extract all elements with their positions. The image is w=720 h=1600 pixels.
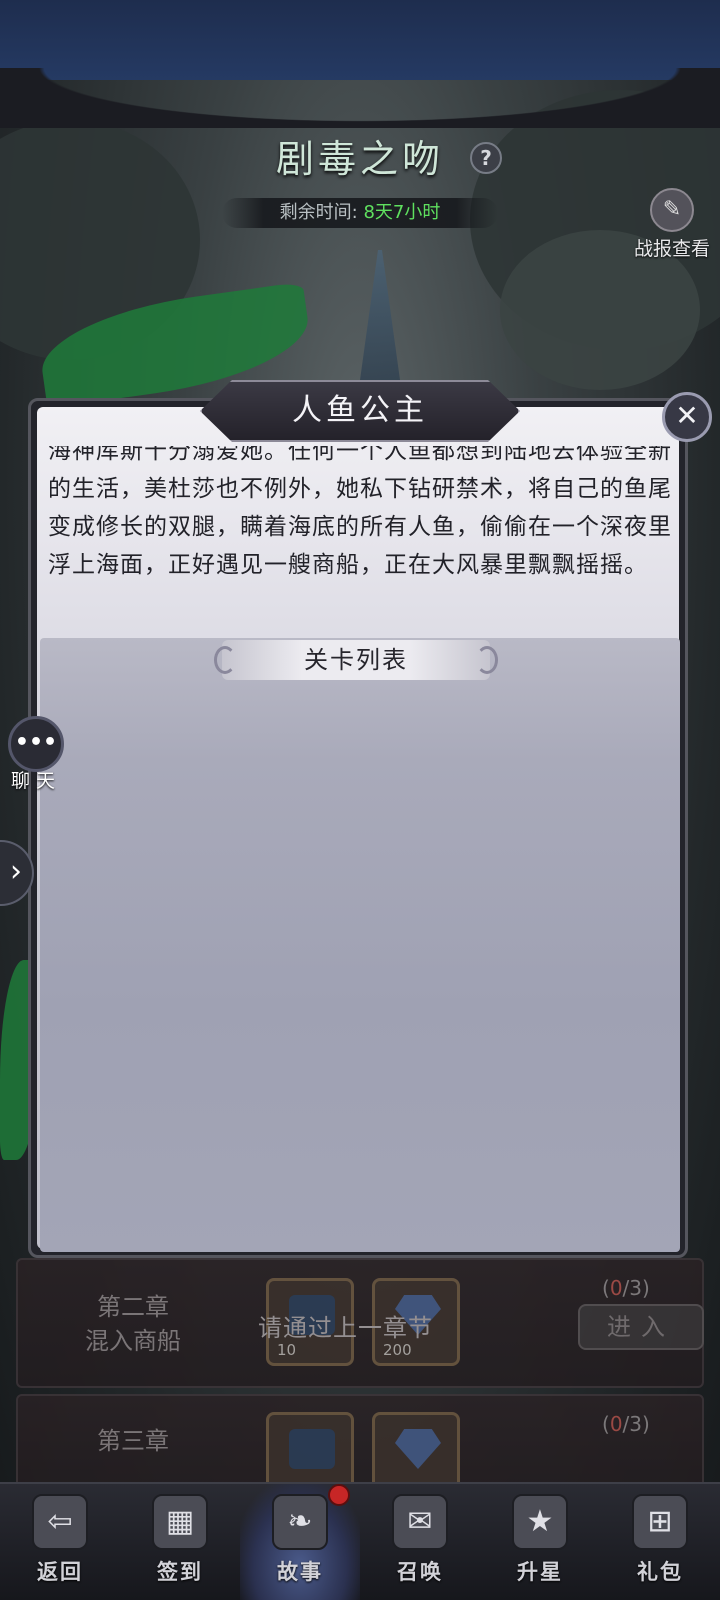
- speech-bubble-icon: •••: [8, 716, 64, 772]
- remaining-time: 剩余时间: 8天7小时: [222, 198, 498, 228]
- chapter-progress: (0/3): [602, 1276, 650, 1300]
- modal-title: 人鱼公主: [292, 393, 428, 428]
- battle-report-label: 战报查看: [633, 238, 710, 260]
- top-frame: [0, 68, 720, 128]
- ornament-icon: [214, 646, 236, 674]
- chat-label: 聊天: [10, 770, 61, 792]
- chapter-number: 第二章: [97, 1293, 169, 1321]
- gift-icon: ⊞: [632, 1494, 688, 1550]
- modal-title-banner: 人鱼公主: [200, 380, 520, 442]
- chapter-row: 第二章 混入商船 10 200 请通过上一章节 (0/3) 进入: [16, 1258, 704, 1388]
- chat-button[interactable]: ••• 聊天: [4, 716, 68, 792]
- bottom-navigation: ⇦ 返回 ▦ 签到 ❧ 故事 ✉ 召唤 ★ 升星 ⊞ 礼包: [0, 1482, 720, 1600]
- star-badge-icon: ★: [512, 1494, 568, 1550]
- locked-message: 请通过上一章节: [258, 1314, 433, 1342]
- castle-spire: [360, 250, 400, 380]
- notification-badge: [328, 1484, 350, 1506]
- close-button[interactable]: ✕: [662, 392, 712, 442]
- nav-label: 返回: [37, 1559, 83, 1584]
- level-list-panel[interactable]: [40, 638, 680, 1252]
- nav-back[interactable]: ⇦ 返回: [0, 1484, 120, 1600]
- chapter-progress: (0/3): [602, 1412, 650, 1436]
- reward-count: 10: [277, 1341, 297, 1359]
- event-title-area: 剧毒之吻: [220, 128, 500, 182]
- remaining-time-value: 8天7小时: [363, 202, 441, 223]
- nav-story[interactable]: ❧ 故事: [240, 1484, 360, 1600]
- event-title: 剧毒之吻: [275, 137, 444, 181]
- story-text: 海神库斯十分溺爱她。任何一个人鱼都想到陆地去体验全新的生活，美杜莎也不例外，她私…: [48, 446, 672, 578]
- nav-label: 礼包: [637, 1559, 683, 1584]
- chapter-row: 第三章 (0/3): [16, 1394, 704, 1500]
- chapter-name: 混入商船: [85, 1327, 181, 1355]
- level-list-title: 关卡列表: [304, 646, 408, 674]
- nav-checkin[interactable]: ▦ 签到: [120, 1484, 240, 1600]
- help-button[interactable]: ?: [470, 142, 502, 174]
- nav-label: 升星: [517, 1559, 563, 1584]
- scroll-icon: ✉: [392, 1494, 448, 1550]
- calendar-icon: ▦: [152, 1494, 208, 1550]
- nav-label: 故事: [277, 1559, 323, 1584]
- remaining-time-label: 剩余时间:: [279, 202, 358, 223]
- ornament-icon: [476, 646, 498, 674]
- quill-icon: ✎: [650, 188, 694, 232]
- reward-count: 200: [383, 1341, 412, 1359]
- chapter-title: 第三章: [58, 1424, 208, 1458]
- enter-button[interactable]: 进入: [578, 1304, 704, 1350]
- nav-star-up[interactable]: ★ 升星: [480, 1484, 600, 1600]
- scroll-icon: [289, 1429, 335, 1469]
- nav-summon[interactable]: ✉ 召唤: [360, 1484, 480, 1600]
- chapter-title: 第二章 混入商船: [58, 1290, 208, 1358]
- chapter-number: 第三章: [97, 1427, 169, 1455]
- nav-gift[interactable]: ⊞ 礼包: [600, 1484, 720, 1600]
- level-list-header: 关卡列表: [214, 640, 498, 680]
- nav-label: 召唤: [397, 1559, 443, 1584]
- story-text-scroll[interactable]: 海神库斯十分溺爱她。任何一个人鱼都想到陆地去体验全新的生活，美杜莎也不例外，她私…: [48, 446, 672, 626]
- diamond-icon: [395, 1429, 441, 1469]
- book-icon: ❧: [272, 1494, 328, 1550]
- nav-label: 签到: [157, 1559, 203, 1584]
- back-icon: ⇦: [32, 1494, 88, 1550]
- battle-report-button[interactable]: ✎ 战报查看: [624, 188, 720, 260]
